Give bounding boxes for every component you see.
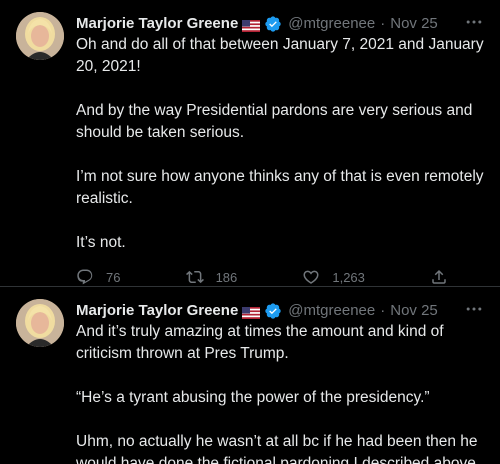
like-count: 1,263 [332,269,365,285]
us-flag-icon [242,305,261,319]
tweet[interactable]: Marjorie Taylor Greene @mtgreenee · Nov … [0,287,500,464]
more-icon[interactable] [464,12,484,32]
us-flag-icon [242,18,261,32]
share-button[interactable] [430,268,448,286]
share-icon [432,269,446,284]
verified-icon[interactable] [264,302,282,320]
reply-button[interactable]: 76 [76,268,120,286]
reply-icon [77,269,93,285]
tweet-text: And it’s truly amazing at times the amou… [76,323,481,464]
tweet-header: Marjorie Taylor Greene @mtgreenee · Nov … [76,14,484,34]
avatar-column [16,12,64,286]
like-icon [303,270,319,284]
tweet-date[interactable]: Nov 25 [390,301,438,321]
separator-dot: · [380,302,386,319]
tweet-body: Marjorie Taylor Greene @mtgreenee · Nov … [76,299,484,464]
avatar[interactable] [16,12,64,60]
timeline-feed: Marjorie Taylor Greene @mtgreenee · Nov … [0,0,500,464]
more-icon[interactable] [464,299,484,319]
avatar[interactable] [16,299,64,347]
author-name[interactable]: Marjorie Taylor Greene [76,14,238,34]
verified-icon[interactable] [264,15,282,33]
tweet-date[interactable]: Nov 25 [390,14,438,34]
retweet-count: 186 [215,269,238,285]
tweet[interactable]: Marjorie Taylor Greene @mtgreenee · Nov … [0,0,500,286]
tweet-body: Marjorie Taylor Greene @mtgreenee · Nov … [76,12,484,286]
reply-count: 76 [106,269,121,285]
author-name[interactable]: Marjorie Taylor Greene [76,301,238,321]
separator-dot: · [380,15,386,32]
tweet-actions: 76 186 1,263 [76,268,448,286]
avatar-column [16,299,64,464]
author-handle[interactable]: @mtgreenee [288,14,375,34]
retweet-icon [185,270,204,284]
like-button[interactable]: 1,263 [302,268,365,286]
tweet-header: Marjorie Taylor Greene @mtgreenee · Nov … [76,301,484,321]
tweet-text: Oh and do all of that between January 7,… [76,36,484,251]
author-handle[interactable]: @mtgreenee [288,301,375,321]
retweet-button[interactable]: 186 [185,268,238,286]
